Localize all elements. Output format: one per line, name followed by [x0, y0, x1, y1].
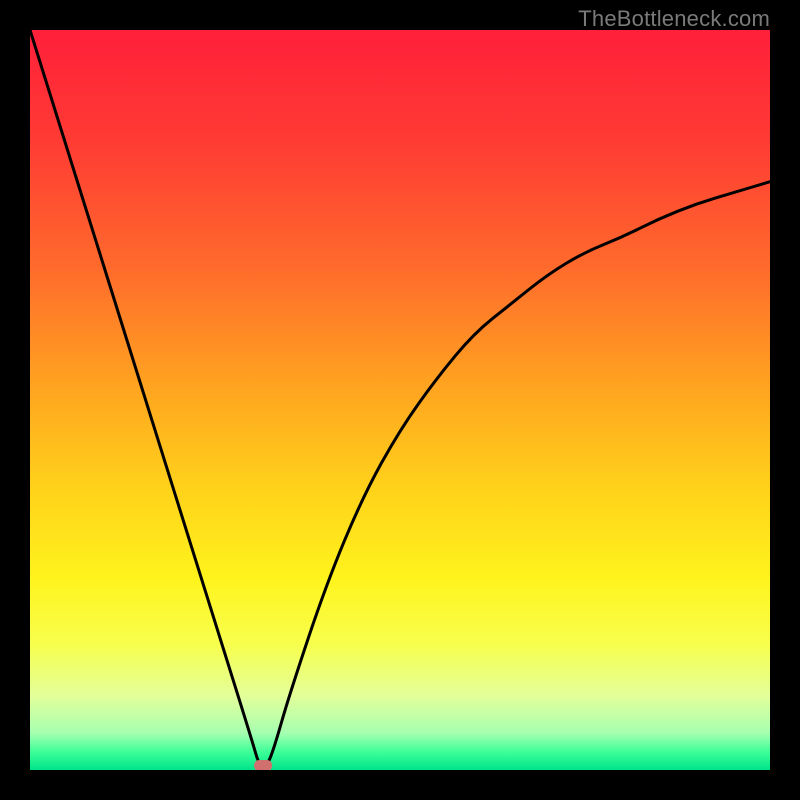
marker-dot	[254, 760, 272, 770]
gradient-background	[30, 30, 770, 770]
plot-area	[30, 30, 770, 770]
bottleneck-chart	[30, 30, 770, 770]
watermark-text: TheBottleneck.com	[578, 6, 770, 32]
chart-frame	[30, 30, 770, 770]
